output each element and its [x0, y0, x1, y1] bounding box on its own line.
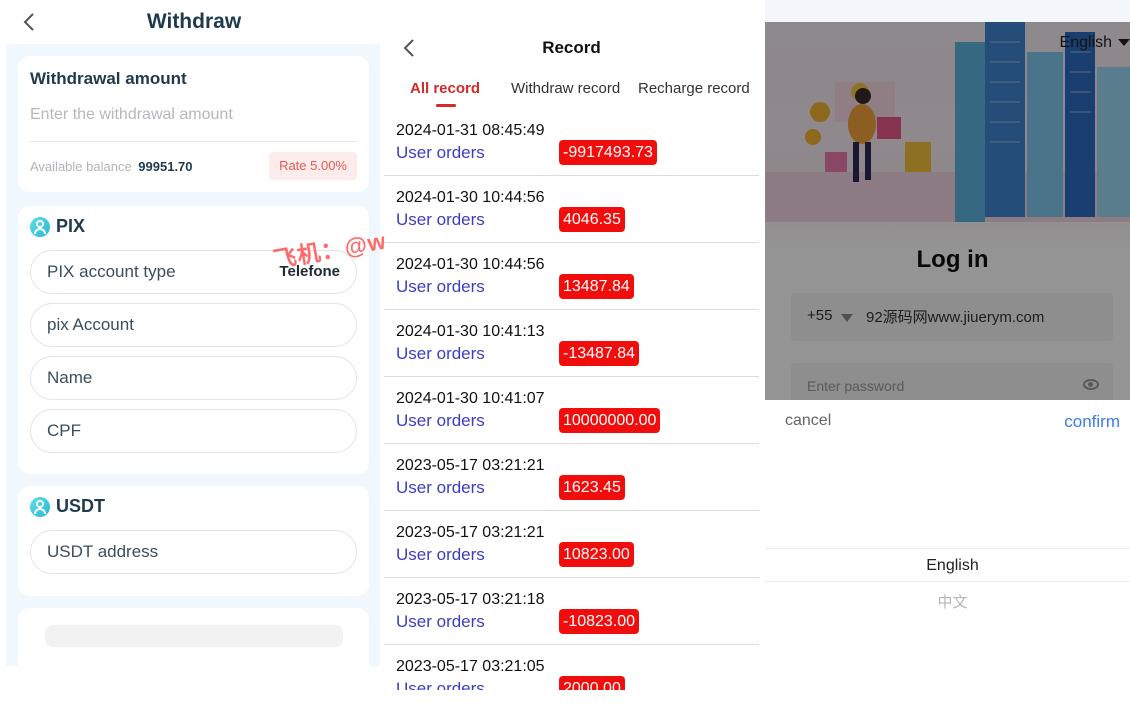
record-row[interactable]: 2023-05-17 03:21:21 User orders 10823.00	[384, 511, 759, 578]
active-tab-indicator	[436, 104, 456, 107]
record-date: 2024-01-30 10:41:13	[396, 323, 545, 340]
picker-divider	[765, 548, 1130, 549]
user-icon	[30, 496, 50, 517]
record-row[interactable]: 2024-01-30 10:44:56 User orders 13487.84	[384, 243, 759, 310]
name-placeholder: Name	[47, 368, 93, 387]
record-row[interactable]: 2024-01-30 10:44:56 User orders 4046.35	[384, 176, 759, 243]
usdt-address-placeholder: USDT address	[47, 542, 159, 561]
record-row[interactable]: 2024-01-30 10:41:07 User orders 10000000…	[384, 377, 759, 444]
record-amount: 10823.00	[559, 542, 634, 567]
record-amount: 2000.00	[559, 676, 625, 690]
record-description: User orders	[396, 143, 485, 162]
language-picker-sheet: cancel confirm English 中文	[765, 400, 1130, 709]
usdt-title: USDT	[56, 496, 105, 516]
record-amount: 10000000.00	[559, 408, 661, 433]
record-screen: Record All record Withdraw record Rechar…	[384, 0, 759, 690]
record-amount: 4046.35	[559, 207, 625, 232]
submit-card	[18, 608, 369, 666]
confirm-button[interactable]: confirm	[1064, 412, 1120, 432]
record-row[interactable]: 2023-05-17 03:21:21 User orders 1623.45	[384, 444, 759, 511]
withdrawal-amount-card: Withdrawal amount Enter the withdrawal a…	[18, 56, 369, 192]
record-amount: -10823.00	[559, 609, 640, 634]
record-date: 2023-05-17 03:21:21	[396, 524, 545, 541]
record-amount: 1623.45	[559, 475, 625, 500]
record-date: 2023-05-17 03:21:05	[396, 658, 545, 675]
cpf-input[interactable]: CPF	[30, 409, 357, 453]
picker-option-chinese[interactable]: 中文	[765, 591, 1130, 612]
login-screen: English Log in +55 92源码网www.jiuerym.com …	[765, 0, 1130, 709]
record-date: 2023-05-17 03:21:21	[396, 457, 545, 474]
record-date: 2024-01-30 10:44:56	[396, 189, 545, 206]
tab-recharge-record[interactable]: Recharge record	[638, 80, 750, 97]
usdt-address-input[interactable]: USDT address	[30, 530, 357, 574]
record-row[interactable]: 2024-01-31 08:45:49 User orders -9917493…	[384, 109, 759, 176]
pix-account-type-label: PIX account type	[47, 262, 176, 281]
record-description: User orders	[396, 612, 485, 631]
tab-all-record[interactable]: All record	[410, 80, 480, 97]
record-date: 2024-01-31 08:45:49	[396, 122, 545, 139]
record-description: User orders	[396, 411, 485, 430]
record-description: User orders	[396, 478, 485, 497]
cancel-button[interactable]: cancel	[785, 412, 831, 430]
name-input[interactable]: Name	[30, 356, 357, 400]
cpf-placeholder: CPF	[47, 421, 81, 440]
picker-divider	[765, 581, 1130, 582]
record-row[interactable]: 2023-05-17 03:21:05 User orders 2000.00	[384, 645, 759, 690]
submit-button[interactable]	[45, 625, 343, 647]
pix-title: PIX	[56, 216, 86, 236]
record-amount: -9917493.73	[559, 140, 657, 165]
record-amount: -13487.84	[559, 341, 640, 366]
withdrawal-amount-label: Withdrawal amount	[30, 69, 187, 88]
picker-option-english[interactable]: English	[765, 557, 1130, 575]
pix-account-input[interactable]: pix Account	[30, 303, 357, 347]
usdt-card: USDT USDT address	[18, 486, 369, 596]
page-title: Record	[542, 38, 601, 57]
record-description: User orders	[396, 277, 485, 296]
record-row[interactable]: 2023-05-17 03:21:18 User orders -10823.0…	[384, 578, 759, 645]
user-icon	[30, 216, 50, 237]
available-balance-value: 99951.70	[138, 159, 193, 174]
available-balance-label: Available balance	[30, 159, 132, 174]
available-balance: Available balance 99951.70	[30, 159, 193, 174]
record-description: User orders	[396, 679, 485, 690]
record-amount: 13487.84	[559, 274, 634, 299]
status-strip	[765, 0, 1130, 22]
record-description: User orders	[396, 545, 485, 564]
withdrawal-amount-placeholder: Enter the withdrawal amount	[30, 106, 233, 123]
pix-header: PIX	[30, 216, 85, 237]
record-description: User orders	[396, 210, 485, 229]
usdt-header: USDT	[30, 496, 105, 517]
record-date: 2024-01-30 10:41:07	[396, 390, 545, 407]
record-date: 2024-01-30 10:44:56	[396, 256, 545, 273]
record-row[interactable]: 2024-01-30 10:41:13 User orders -13487.8…	[384, 310, 759, 377]
page-title: Withdraw	[146, 10, 242, 33]
record-tabs: All record Withdraw record Recharge reco…	[384, 80, 759, 108]
withdrawal-amount-input[interactable]: Enter the withdrawal amount	[30, 106, 357, 142]
withdraw-screen: Withdraw Withdrawal amount Enter the wit…	[0, 0, 448, 709]
record-date: 2023-05-17 03:21:18	[396, 591, 545, 608]
tab-withdraw-record[interactable]: Withdraw record	[511, 80, 620, 97]
record-list: 2024-01-31 08:45:49 User orders -9917493…	[384, 109, 759, 690]
record-description: User orders	[396, 344, 485, 363]
rate-badge: Rate 5.00%	[269, 152, 357, 180]
modal-overlay[interactable]	[765, 22, 1130, 400]
pix-account-placeholder: pix Account	[47, 315, 134, 334]
